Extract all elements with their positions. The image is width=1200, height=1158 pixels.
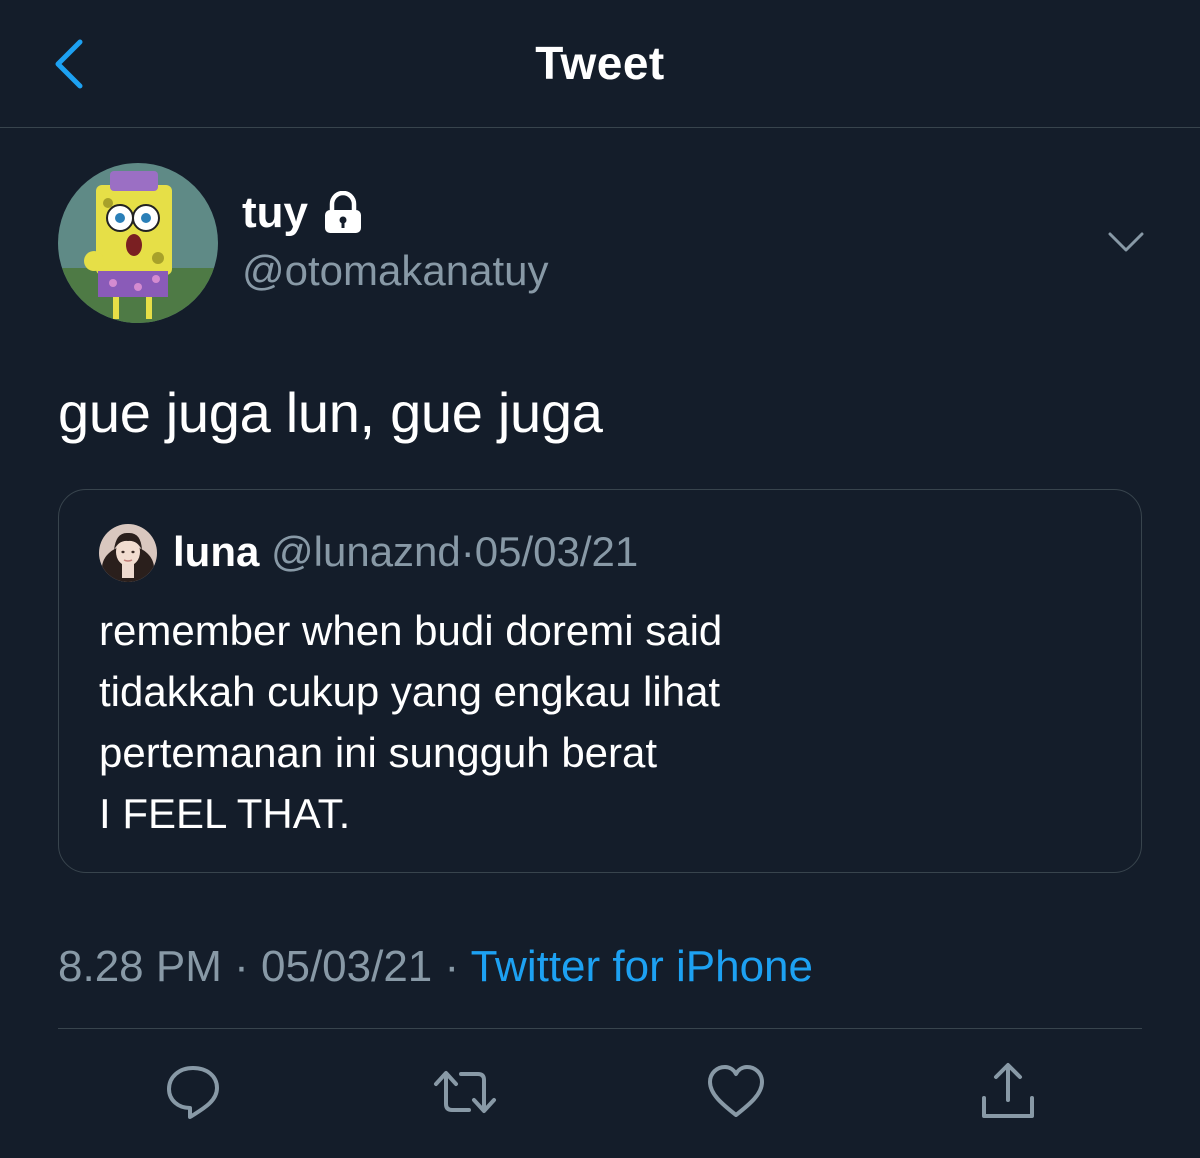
tweet-meta: 8.28 PM · 05/03/21 · Twitter for iPhone: [58, 942, 813, 992]
reply-icon[interactable]: [161, 1060, 225, 1124]
tweet-source-link[interactable]: Twitter for iPhone: [471, 942, 813, 991]
quoted-text-line: I FEEL THAT.: [99, 790, 351, 837]
quoted-handle: @lunaznd: [271, 528, 461, 575]
display-name-text: tuy: [242, 188, 308, 237]
lock-icon: [325, 191, 361, 233]
top-bar: Tweet: [0, 0, 1200, 128]
display-name[interactable]: tuy: [242, 188, 364, 238]
retweet-icon[interactable]: [433, 1060, 497, 1124]
quoted-separator: ·: [460, 528, 475, 575]
page-title: Tweet: [535, 37, 665, 89]
divider: [58, 1028, 1142, 1029]
meta-separator: ·: [444, 942, 460, 991]
quoted-text-line: pertemanan ini sungguh berat: [99, 729, 658, 776]
share-icon[interactable]: [976, 1060, 1040, 1124]
quoted-text: remember when budi doremi said tidakkah …: [99, 600, 722, 844]
chevron-down-icon[interactable]: [1104, 224, 1148, 260]
avatar-image: [58, 163, 218, 323]
avatar[interactable]: [58, 163, 218, 323]
quoted-avatar[interactable]: [99, 524, 157, 582]
quoted-date: 05/03/21: [474, 528, 639, 575]
tweet-time: 8.28 PM: [58, 942, 222, 991]
heart-icon[interactable]: [704, 1060, 768, 1124]
quoted-tweet[interactable]: luna @lunaznd·05/03/21 remember when bud…: [58, 489, 1142, 873]
quoted-text-line: tidakkah cukup yang engkau lihat: [99, 668, 721, 715]
quoted-header: luna @lunaznd·05/03/21: [173, 528, 638, 576]
quoted-text-line: remember when budi doremi said: [99, 607, 723, 654]
meta-separator: ·: [234, 942, 249, 991]
user-handle[interactable]: @otomakanatuy: [242, 247, 548, 295]
tweet-date: 05/03/21: [261, 942, 433, 991]
tweet-text: gue juga lun, gue juga: [58, 381, 603, 444]
quoted-avatar-image: [99, 524, 157, 582]
quoted-name: luna: [173, 528, 260, 575]
